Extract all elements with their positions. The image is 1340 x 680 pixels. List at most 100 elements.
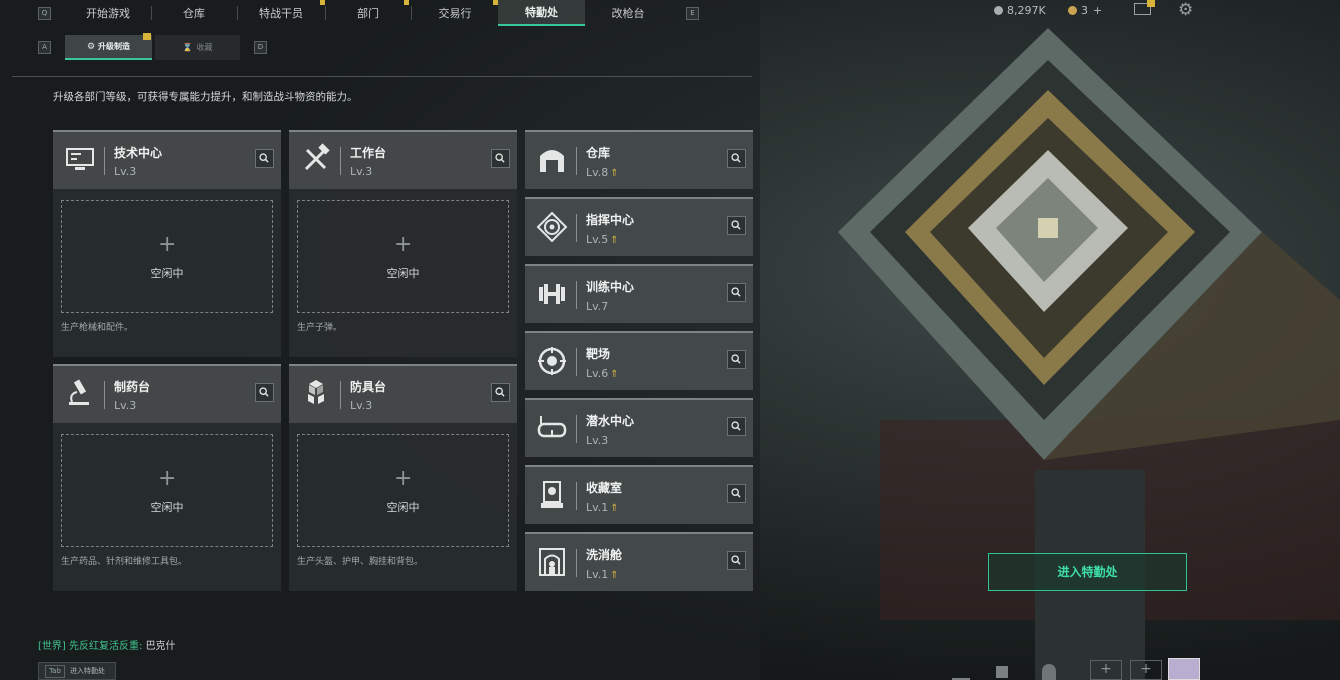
production-card-tech-center[interactable]: 技术中心 Lv.3 + 空闲中 生产枪械和配件。 [53,130,281,357]
search-icon[interactable] [255,149,274,168]
settings-gear-icon[interactable]: ⚙ [1178,0,1193,20]
ticket-amount: 3 [1081,3,1088,17]
key-hint-tab: Tab [45,664,65,678]
chat-message: 巴克什 [145,641,176,652]
tab-start-game[interactable]: 开始游戏 [66,0,150,26]
search-icon[interactable] [255,383,274,402]
chat-channel: [世界] [38,641,66,652]
search-icon[interactable] [727,149,746,168]
department-name: 潜水中心 [586,414,635,428]
enter-special-ops-button[interactable]: 进入特勤处 [988,553,1187,591]
tab-special-ops[interactable]: 特勤处 [498,0,585,26]
search-icon[interactable] [727,484,746,503]
tools-icon [304,143,330,171]
subtab-upgrade-craft[interactable]: ⚙ 升级制造 [65,35,152,60]
slot-status: 空闲中 [150,267,184,280]
card-name: 制药台 [114,380,151,394]
department-name: 仓库 [586,146,611,160]
department-training-center[interactable]: 训练中心 Lv.7 [525,264,753,323]
add-slot-1-button[interactable]: + [1090,660,1122,680]
mail-badge [1147,0,1155,7]
search-icon[interactable] [727,216,746,235]
chat-sender: 先反红复活反重: [69,641,143,652]
subtab-label: 收藏 [196,43,213,52]
microscope-icon [69,379,89,405]
department-shooting-range[interactable]: 靶场 Lv.6 ⇑ [525,331,753,390]
card-header[interactable]: 制药台 Lv.3 [53,364,281,423]
chat-line[interactable]: [世界] 先反红复活反重: 巴克什 [38,637,176,652]
department-dive-center[interactable]: 潜水中心 Lv.3 [525,398,753,457]
key-hint-d: D [254,41,267,54]
upgrade-arrow-icon: ⇑ [610,235,619,246]
flag-icon[interactable] [996,666,1008,678]
header-divider [12,76,752,77]
card-header[interactable]: 防具台 Lv.3 [289,364,517,423]
department-warehouse[interactable]: 仓库 Lv.8 ⇑ [525,130,753,189]
subtab-badge [143,33,151,40]
plus-icon: + [394,232,413,257]
tab-gunsmith[interactable]: 改枪台 [586,0,670,26]
stats-icon[interactable] [952,664,970,680]
plus-icon: + [158,466,177,491]
avatar[interactable] [1168,658,1200,680]
department-command-center[interactable]: 指挥中心 Lv.5 ⇑ [525,197,753,256]
command-icon [536,211,568,243]
plus-icon: + [158,232,177,257]
department-level: Lv.3 [586,434,609,447]
friends-icon[interactable] [1042,664,1056,680]
tab-label: 特战干员 [259,7,303,20]
department-collection-room[interactable]: 收藏室 Lv.1 ⇑ [525,465,753,524]
card-header[interactable]: 工作台 Lv.3 [289,130,517,189]
dive-mask-icon [537,416,567,438]
production-card-workbench[interactable]: 工作台 Lv.3 + 空闲中 生产子弹。 [289,130,517,357]
tab-operators[interactable]: 特战干员 [238,0,324,26]
plus-icon: + [394,466,413,491]
search-icon[interactable] [727,283,746,302]
search-icon[interactable] [727,551,746,570]
production-card-pharmacy[interactable]: 制药台 Lv.3 + 空闲中 生产药品、针剂和维修工具包。 [53,364,281,591]
upgrade-arrow-icon: ⇑ [610,168,619,179]
tab-label: 改枪台 [611,7,645,20]
card-name: 技术中心 [114,146,163,160]
production-card-armor-bench[interactable]: 防具台 Lv.3 + 空闲中 生产头盔、护甲、胸挂和背包。 [289,364,517,591]
search-icon[interactable] [491,383,510,402]
search-icon[interactable] [491,149,510,168]
ticket-display[interactable]: 3 + [1068,2,1102,18]
slot-status: 空闲中 [150,501,184,514]
tab-departments-badge [404,0,409,5]
card-description: 生产枪械和配件。 [61,323,134,333]
card-name: 工作台 [350,146,387,160]
tab-trade[interactable]: 交易行 [412,0,498,26]
craft-slot[interactable]: + 空闲中 [61,434,273,547]
ticket-add-button[interactable]: + [1093,4,1102,17]
department-level: Lv.7 [586,300,609,313]
key-hint-q: Q [38,6,51,20]
ticket-icon [1068,5,1077,15]
card-level: Lv.3 [350,399,373,412]
craft-slot[interactable]: + 空闲中 [61,200,273,313]
department-name: 收藏室 [586,481,623,495]
department-level: Lv.1 [586,568,609,581]
tab-label: 部门 [357,7,379,20]
key-hint-a: A [38,41,51,54]
subtab-label: 升级制造 [98,42,131,51]
tab-departments[interactable]: 部门 [326,0,410,26]
target-icon [538,347,566,375]
craft-slot[interactable]: + 空闲中 [297,434,509,547]
key-hint-e: E [686,6,699,20]
search-icon[interactable] [727,417,746,436]
search-icon[interactable] [727,350,746,369]
craft-slot[interactable]: + 空闲中 [297,200,509,313]
department-level: Lv.1 [586,501,609,514]
department-decontamination[interactable]: 洗消舱 Lv.1 ⇑ [525,532,753,591]
card-name: 防具台 [350,380,387,394]
department-level: Lv.5 [586,233,609,246]
department-name: 训练中心 [586,280,635,294]
tab-warehouse[interactable]: 仓库 [152,0,236,26]
card-header[interactable]: 技术中心 Lv.3 [53,130,281,189]
tab-hint[interactable]: Tab 进入特勤处 [38,662,116,680]
upgrade-arrow-icon: ⇑ [610,503,619,514]
collection-icon [541,481,563,508]
add-slot-2-button[interactable]: + [1130,660,1162,680]
subtab-collection[interactable]: ⌛ 收藏 [155,35,240,60]
